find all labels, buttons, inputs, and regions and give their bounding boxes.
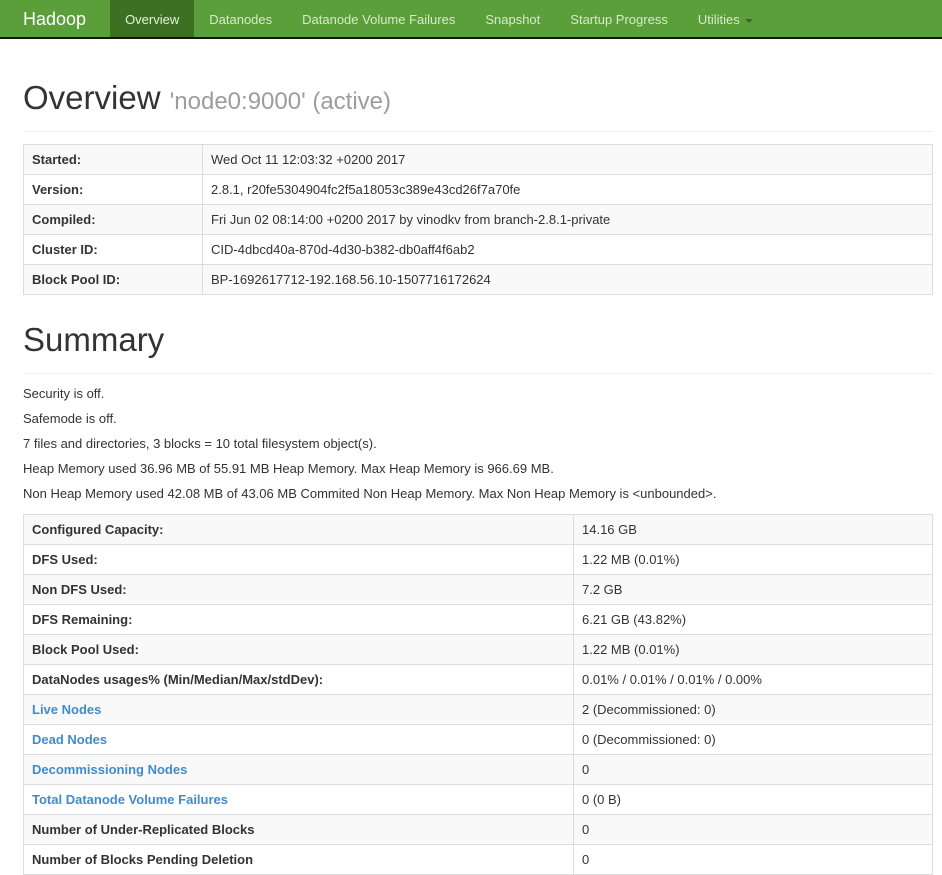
row-value: 2.8.1, r20fe5304904fc2f5a18053c389e43cd2… [202, 173, 933, 205]
table-row: Total Datanode Volume Failures 0 (0 B) [23, 783, 933, 815]
table-row: Dead Nodes 0 (Decommissioned: 0) [23, 723, 933, 755]
table-row: Compiled: Fri Jun 02 08:14:00 +0200 2017… [23, 203, 933, 235]
namenode-info-table: Started: Wed Oct 11 12:03:32 +0200 2017 … [23, 143, 933, 295]
chevron-down-icon [744, 18, 753, 23]
row-label: DFS Remaining: [23, 603, 574, 635]
table-row: Non DFS Used: 7.2 GB [23, 573, 933, 605]
row-value: 0 (Decommissioned: 0) [573, 723, 933, 755]
row-label: Number of Blocks Pending Deletion [23, 843, 574, 875]
top-navbar: Hadoop Overview Datanodes Datanode Volum… [0, 0, 942, 39]
row-value: 6.21 GB (43.82%) [573, 603, 933, 635]
filesystem-objects-count: 7 files and directories, 3 blocks = 10 t… [23, 435, 377, 451]
non-heap-memory-usage: Non Heap Memory used 42.08 MB of 43.06 M… [23, 485, 717, 501]
row-value: 1.22 MB (0.01%) [573, 633, 933, 665]
page-title-text: Overview [23, 79, 161, 116]
row-label: DataNodes usages% (Min/Median/Max/stdDev… [23, 663, 574, 695]
row-label: Number of Under-Replicated Blocks [23, 813, 574, 845]
table-row: Version: 2.8.1, r20fe5304904fc2f5a18053c… [23, 173, 933, 205]
table-row: Cluster ID: CID-4dbcd40a-870d-4d30-b382-… [23, 233, 933, 265]
total-datanode-volume-failures-link[interactable]: Total Datanode Volume Failures [32, 792, 228, 807]
nav-tab-utilities[interactable]: Utilities [683, 0, 768, 37]
nav-tab-startup-progress[interactable]: Startup Progress [555, 0, 683, 37]
row-label: Cluster ID: [23, 233, 203, 265]
row-value: 0 (0 B) [573, 783, 933, 815]
security-status: Security is off. [23, 385, 105, 401]
row-value: 1.22 MB (0.01%) [573, 543, 933, 575]
decommissioning-nodes-link[interactable]: Decommissioning Nodes [32, 762, 187, 777]
live-nodes-link[interactable]: Live Nodes [32, 702, 101, 717]
summary-table: Configured Capacity: 14.16 GB DFS Used: … [23, 513, 933, 875]
row-value: 0 [573, 843, 933, 875]
summary-heading: Summary [23, 320, 165, 358]
nav-tab-datanodes[interactable]: Datanodes [194, 0, 287, 37]
row-value: 2 (Decommissioned: 0) [573, 693, 933, 725]
row-value: Fri Jun 02 08:14:00 +0200 2017 by vinodk… [202, 203, 933, 235]
row-label: DFS Used: [23, 543, 574, 575]
row-label: Dead Nodes [23, 723, 574, 755]
row-value: 0.01% / 0.01% / 0.01% / 0.00% [573, 663, 933, 695]
table-row: Number of Blocks Pending Deletion 0 [23, 843, 933, 875]
nav-tab-overview[interactable]: Overview [110, 0, 195, 37]
row-label: Non DFS Used: [23, 573, 574, 605]
main-content: Overview 'node0:9000' (active) Started: … [0, 79, 942, 875]
row-label: Configured Capacity: [23, 513, 574, 545]
table-row: Number of Under-Replicated Blocks 0 [23, 813, 933, 845]
row-label: Block Pool Used: [23, 633, 574, 665]
row-label: Started: [23, 143, 203, 175]
nav-tab-utilities-label: Utilities [697, 12, 740, 27]
table-row: Live Nodes 2 (Decommissioned: 0) [23, 693, 933, 725]
row-value: BP-1692617712-192.168.56.10-150771617262… [202, 263, 933, 295]
table-row: DataNodes usages% (Min/Median/Max/stdDev… [23, 663, 933, 695]
table-row: Block Pool Used: 1.22 MB (0.01%) [23, 633, 933, 665]
nav-tab-snapshot[interactable]: Snapshot [470, 0, 555, 37]
dead-nodes-link[interactable]: Dead Nodes [32, 732, 107, 747]
row-label: Block Pool ID: [23, 263, 203, 295]
row-label: Total Datanode Volume Failures [23, 783, 574, 815]
row-value: 7.2 GB [573, 573, 933, 605]
row-label: Decommissioning Nodes [23, 753, 574, 785]
table-row: DFS Remaining: 6.21 GB (43.82%) [23, 603, 933, 635]
row-value: 0 [573, 753, 933, 785]
summary-divider [23, 372, 933, 374]
nav-tab-datanode-volume-failures[interactable]: Datanode Volume Failures [287, 0, 470, 37]
table-row: Block Pool ID: BP-1692617712-192.168.56.… [23, 263, 933, 295]
row-label: Version: [23, 173, 203, 205]
safemode-status: Safemode is off. [23, 410, 117, 426]
title-divider [23, 130, 933, 132]
row-value: Wed Oct 11 12:03:32 +0200 2017 [202, 143, 933, 175]
page-title: Overview 'node0:9000' (active) [23, 79, 933, 117]
row-value: 14.16 GB [573, 513, 933, 545]
hadoop-brand[interactable]: Hadoop [23, 0, 110, 37]
row-value: CID-4dbcd40a-870d-4d30-b382-db0aff4f6ab2 [202, 233, 933, 265]
namenode-address: 'node0:9000' (active) [169, 88, 392, 115]
summary-paragraphs: Security is off. Safemode is off. 7 file… [23, 386, 933, 501]
table-row: Started: Wed Oct 11 12:03:32 +0200 2017 [23, 143, 933, 175]
row-label: Live Nodes [23, 693, 574, 725]
heap-memory-usage: Heap Memory used 36.96 MB of 55.91 MB He… [23, 460, 554, 476]
table-row: Configured Capacity: 14.16 GB [23, 513, 933, 545]
table-row: DFS Used: 1.22 MB (0.01%) [23, 543, 933, 575]
row-label: Compiled: [23, 203, 203, 235]
table-row: Decommissioning Nodes 0 [23, 753, 933, 785]
row-value: 0 [573, 813, 933, 845]
